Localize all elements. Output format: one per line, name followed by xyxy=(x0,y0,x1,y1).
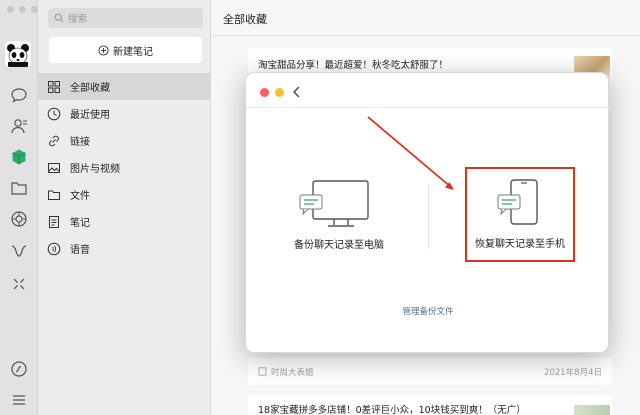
note-icon xyxy=(46,214,62,230)
dialog-divider xyxy=(246,107,610,108)
sidebar-item-label: 语音 xyxy=(70,245,90,256)
sidebar-item-files[interactable]: 文件 xyxy=(38,181,211,208)
doc-icon xyxy=(258,367,267,376)
image-icon xyxy=(46,160,62,176)
backup-to-pc-label: 备份聊天记录至电脑 xyxy=(294,240,384,251)
favorites-nav: 全部收藏 最近使用 链接 图片与视频 文件 笔记 语音 xyxy=(38,73,211,262)
discover-icon[interactable] xyxy=(8,273,29,294)
window-controls xyxy=(260,88,284,97)
sidebar-item-links[interactable]: 链接 xyxy=(38,127,211,154)
options-divider xyxy=(428,183,429,249)
window-controls xyxy=(7,6,38,13)
list-item[interactable]: 时尚大表姐 2021年8月4日 xyxy=(248,358,612,385)
contacts-icon[interactable] xyxy=(8,115,29,136)
plus-circle-icon xyxy=(98,44,109,56)
more-menu-icon[interactable] xyxy=(8,389,29,410)
page-title: 全部收藏 xyxy=(211,0,640,36)
search-placeholder: 搜索 xyxy=(68,14,88,25)
new-note-button[interactable]: 新建笔记 xyxy=(49,37,202,63)
list-item-date: 2021年8月4日 xyxy=(544,368,602,378)
grid-icon xyxy=(46,79,62,95)
backup-to-pc-option[interactable]: 备份聊天记录至电脑 xyxy=(284,178,394,268)
sidebar-item-all[interactable]: 全部收藏 xyxy=(38,73,211,100)
favorites-cube-icon[interactable] xyxy=(8,146,29,167)
sidebar-item-notes[interactable]: 笔记 xyxy=(38,208,211,235)
sidebar-item-label: 笔记 xyxy=(70,218,90,229)
sidebar-item-label: 最近使用 xyxy=(70,110,110,121)
sidebar-item-label: 文件 xyxy=(70,191,90,202)
backup-restore-dialog: 备份聊天记录至电脑 恢复聊天记录至手机 管理备份文件 xyxy=(245,72,610,353)
sidebar-item-label: 图片与视频 xyxy=(70,164,120,175)
computer-chat-icon xyxy=(299,180,369,227)
new-note-label: 新建笔记 xyxy=(113,46,153,58)
sidebar-item-media[interactable]: 图片与视频 xyxy=(38,154,211,181)
list-item-thumbnail xyxy=(574,405,610,415)
sidebar-item-label: 全部收藏 xyxy=(70,83,110,94)
list-item[interactable]: 18家宝藏拼多多店铺！0差评巨小众，10块钱买到爽！（无广） xyxy=(248,395,612,415)
avatar[interactable] xyxy=(5,41,31,67)
channels-icon[interactable] xyxy=(8,240,29,261)
list-item-title: 18家宝藏拼多多店铺！0差评巨小众，10块钱买到爽！（无广） xyxy=(258,405,526,415)
sidebar-item-label: 链接 xyxy=(70,137,90,148)
back-chevron-icon[interactable] xyxy=(291,84,303,100)
chat-icon[interactable] xyxy=(8,84,29,105)
search-input[interactable]: 搜索 xyxy=(48,8,203,28)
favorites-sidebar: 搜索 新建笔记 全部收藏 最近使用 链接 图片与视频 文件 笔记 语音 xyxy=(38,0,211,415)
folder-icon[interactable] xyxy=(8,177,29,198)
clock-icon xyxy=(46,106,62,122)
moments-icon[interactable] xyxy=(8,208,29,229)
list-item-source-name: 时尚大表姐 xyxy=(271,367,314,378)
phone-chat-icon xyxy=(497,179,538,225)
voice-icon xyxy=(46,241,62,257)
sidebar-item-recent[interactable]: 最近使用 xyxy=(38,100,211,127)
close-button[interactable] xyxy=(260,88,269,97)
manage-backup-files-link[interactable]: 管理备份文件 xyxy=(246,305,610,317)
restore-to-phone-label: 恢复聊天记录至手机 xyxy=(475,239,565,250)
list-item-title: 淘宝甜品分享！最近超爱！秋冬吃太舒服了！ xyxy=(258,60,449,71)
app-rail xyxy=(0,0,38,415)
link-icon xyxy=(46,133,62,149)
restore-to-phone-option[interactable]: 恢复聊天记录至手机 xyxy=(465,167,575,262)
minimize-button[interactable] xyxy=(275,88,284,97)
search-icon xyxy=(54,13,64,23)
folder-icon xyxy=(46,187,62,203)
sidebar-item-voice[interactable]: 语音 xyxy=(38,235,211,262)
list-item-source: 时尚大表姐 xyxy=(258,366,314,378)
mini-program-icon[interactable] xyxy=(8,358,29,379)
